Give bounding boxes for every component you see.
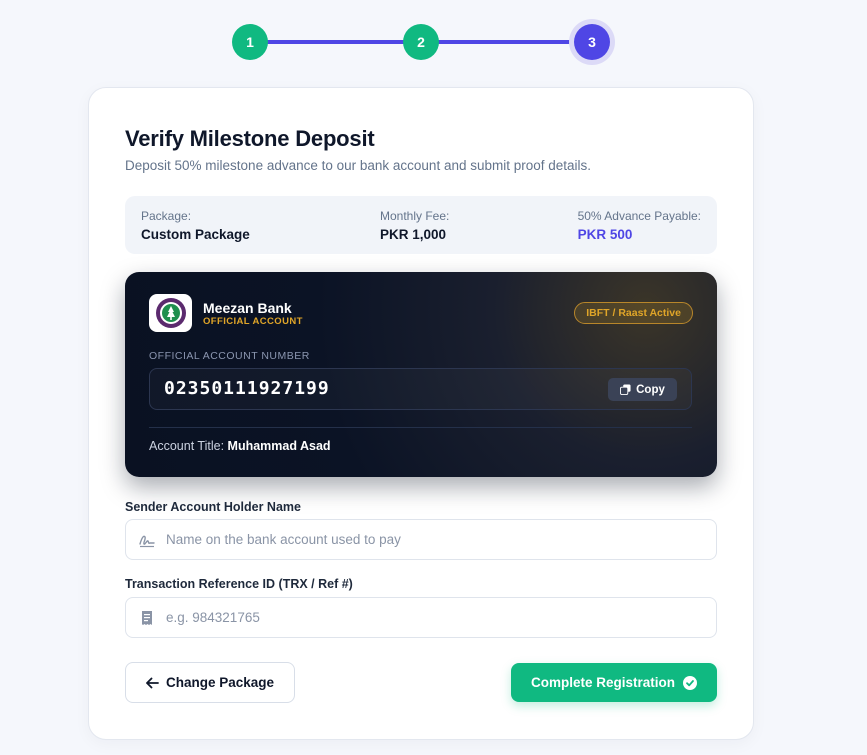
summary-package: Package: Custom Package bbox=[141, 209, 250, 242]
receipt-icon bbox=[142, 611, 152, 625]
stepper-connector bbox=[436, 40, 578, 44]
verify-deposit-card: Verify Milestone Deposit Deposit 50% mil… bbox=[88, 87, 754, 740]
signature-icon bbox=[139, 535, 155, 548]
account-title-value: Muhammad Asad bbox=[227, 439, 331, 453]
step-1: 1 bbox=[232, 24, 268, 60]
meezan-logo-icon bbox=[155, 298, 186, 328]
copy-icon bbox=[620, 384, 631, 395]
step-2: 2 bbox=[403, 24, 439, 60]
bank-tag: OFFICIAL ACCOUNT bbox=[203, 316, 303, 327]
summary-fee-label: Monthly Fee: bbox=[380, 209, 450, 223]
summary-advance-value: PKR 500 bbox=[577, 227, 633, 242]
sender-name-field bbox=[125, 519, 717, 560]
copy-account-button[interactable]: Copy bbox=[608, 378, 677, 401]
step-3-active: 3 bbox=[574, 24, 610, 60]
change-package-button[interactable]: Change Package bbox=[125, 662, 295, 703]
bank-divider bbox=[149, 427, 692, 428]
transaction-id-field bbox=[125, 597, 717, 638]
summary-package-label: Package: bbox=[141, 209, 192, 223]
bank-account-card: Meezan Bank OFFICIAL ACCOUNT IBFT / Raas… bbox=[125, 272, 717, 477]
summary-fee: Monthly Fee: PKR 1,000 bbox=[380, 209, 449, 242]
summary-fee-value: PKR 1,000 bbox=[380, 227, 447, 242]
bank-name: Meezan Bank bbox=[203, 300, 292, 316]
account-title: Account Title: Muhammad Asad bbox=[149, 439, 331, 453]
summary-package-value: Custom Package bbox=[141, 227, 250, 242]
account-number-label: OFFICIAL ACCOUNT NUMBER bbox=[149, 350, 310, 362]
account-number-box: 02350111927199 Copy bbox=[149, 368, 692, 410]
package-summary: Package: Custom Package Monthly Fee: PKR… bbox=[125, 196, 717, 254]
sender-name-label: Sender Account Holder Name bbox=[125, 500, 301, 514]
transaction-id-label: Transaction Reference ID (TRX / Ref #) bbox=[125, 577, 353, 591]
check-circle-icon bbox=[683, 675, 698, 690]
summary-advance: 50% Advance Payable: PKR 500 bbox=[578, 209, 701, 242]
account-number: 02350111927199 bbox=[164, 378, 330, 399]
page-subtitle: Deposit 50% milestone advance to our ban… bbox=[125, 158, 592, 173]
arrow-left-icon bbox=[146, 677, 159, 688]
page-title: Verify Milestone Deposit bbox=[125, 126, 375, 151]
copy-label: Copy bbox=[636, 383, 665, 396]
complete-registration-label: Complete Registration bbox=[530, 675, 676, 690]
summary-advance-label: 50% Advance Payable: bbox=[577, 209, 701, 223]
complete-registration-button[interactable]: Complete Registration bbox=[511, 663, 717, 702]
account-title-label: Account Title: bbox=[149, 439, 225, 453]
bank-logo bbox=[149, 294, 192, 332]
transaction-id-input[interactable] bbox=[166, 598, 706, 637]
change-package-label: Change Package bbox=[165, 675, 275, 690]
progress-stepper: 1 2 3 bbox=[0, 22, 867, 62]
ibft-status-badge: IBFT / Raast Active bbox=[574, 302, 693, 324]
sender-name-input[interactable] bbox=[166, 520, 706, 559]
stepper-connector bbox=[265, 40, 407, 44]
